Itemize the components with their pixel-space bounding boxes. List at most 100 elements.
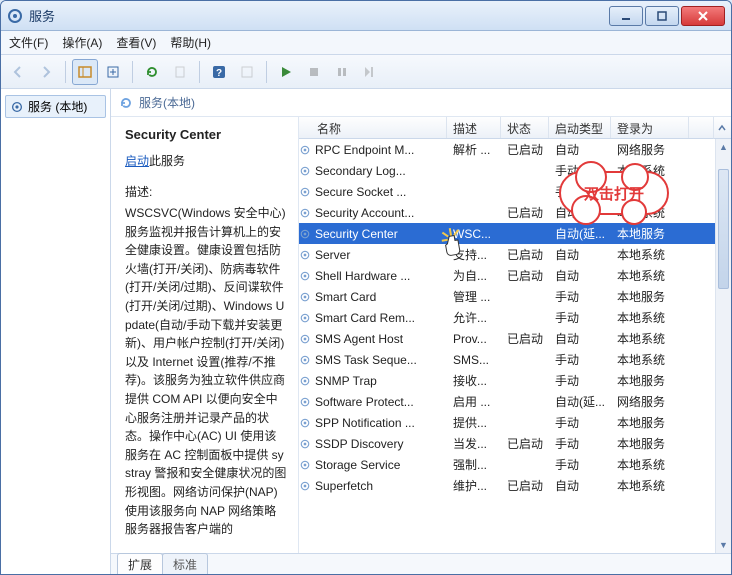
help-button[interactable]: ? (206, 59, 232, 85)
vertical-scrollbar[interactable]: ▲ ▼ (715, 139, 731, 553)
show-hide-tree-button[interactable] (72, 59, 98, 85)
service-name: Superfetch (315, 479, 373, 493)
gear-icon (299, 416, 311, 430)
services-list: 名称 描述 状态 启动类型 登录为 RPC Endpoint M...解析 ..… (299, 117, 731, 553)
service-row[interactable]: SNMP Trap接收...手动本地服务 (299, 370, 731, 391)
start-service-link[interactable]: 启动 (125, 154, 149, 168)
restart-service-button[interactable] (357, 59, 383, 85)
close-button[interactable] (681, 6, 725, 26)
menu-view[interactable]: 查看(V) (116, 34, 156, 51)
service-row[interactable]: Security Account...已启动自动本地系统 (299, 202, 731, 223)
service-start-type: 手动 (549, 288, 611, 305)
refresh-button[interactable] (139, 59, 165, 85)
service-logon: 本地服务 (611, 288, 689, 305)
maximize-button[interactable] (645, 6, 679, 26)
service-row[interactable]: Secure Socket ... 手动本地服务 (299, 181, 731, 202)
service-start-type: 手动 (549, 351, 611, 368)
service-name: Secondary Log... (315, 164, 406, 178)
description-text: WSCSVC(Windows 安全中心)服务监视并报告计算机上的安全健康设置。健… (125, 204, 288, 539)
service-row[interactable]: Security CenterWSC...自动(延...本地服务 (299, 223, 731, 244)
column-headers: 名称 描述 状态 启动类型 登录为 (299, 117, 731, 139)
service-start-type: 手动 (549, 309, 611, 326)
service-desc: 管理 ... (447, 288, 501, 305)
menu-help[interactable]: 帮助(H) (170, 34, 211, 51)
gear-icon (299, 479, 311, 493)
start-service-button[interactable] (273, 59, 299, 85)
service-logon: 本地系统 (611, 246, 689, 263)
service-desc: 接收... (447, 372, 501, 389)
col-name[interactable]: 名称 (311, 117, 447, 138)
service-start-type: 自动 (549, 246, 611, 263)
service-start-type: 自动 (549, 204, 611, 221)
menu-action[interactable]: 操作(A) (62, 34, 102, 51)
back-button[interactable] (5, 59, 31, 85)
scroll-thumb[interactable] (718, 169, 729, 289)
service-start-type: 手动 (549, 183, 611, 200)
service-row[interactable]: Software Protect...启用 ...自动(延...网络服务 (299, 391, 731, 412)
col-start[interactable]: 启动类型 (549, 117, 611, 138)
tab-extended[interactable]: 扩展 (117, 553, 163, 575)
service-name: Shell Hardware ... (315, 269, 410, 283)
titlebar[interactable]: 服务 (1, 1, 731, 31)
gear-icon (299, 143, 311, 157)
service-start-type: 手动 (549, 414, 611, 431)
service-logon: 本地系统 (611, 330, 689, 347)
gear-icon (299, 311, 311, 325)
service-start-type: 自动(延... (549, 225, 611, 242)
service-row[interactable]: Superfetch维护...已启动自动本地系统 (299, 475, 731, 496)
menu-file[interactable]: 文件(F) (9, 34, 48, 51)
minimize-button[interactable] (609, 6, 643, 26)
service-desc: Prov... (447, 332, 501, 346)
service-desc: 解析 ... (447, 141, 501, 158)
service-row[interactable]: SSDP Discovery当发...已启动手动本地服务 (299, 433, 731, 454)
service-row[interactable]: SMS Task Seque...SMS...手动本地系统 (299, 349, 731, 370)
service-logon: 本地服务 (611, 435, 689, 452)
service-row[interactable]: Secondary Log...手动本地系统 (299, 160, 731, 181)
service-logon: 本地系统 (611, 162, 689, 179)
service-name: Storage Service (315, 458, 400, 472)
scroll-arrow-up-icon[interactable]: ▲ (716, 139, 731, 155)
col-logon[interactable]: 登录为 (611, 117, 689, 138)
service-start-type: 自动 (549, 267, 611, 284)
scroll-up-chevron[interactable] (713, 117, 729, 139)
gear-icon (299, 164, 311, 178)
service-desc: 支持... (447, 246, 501, 263)
scroll-arrow-down-icon[interactable]: ▼ (716, 537, 731, 553)
pause-service-button[interactable] (329, 59, 355, 85)
stop-service-button[interactable] (301, 59, 327, 85)
service-logon: 本地服务 (611, 183, 689, 200)
col-status[interactable]: 状态 (501, 117, 549, 138)
service-desc: SMS... (447, 353, 501, 367)
service-name: Secure Socket ... (315, 185, 406, 199)
service-row[interactable]: RPC Endpoint M...解析 ...已启动自动网络服务 (299, 139, 731, 160)
tree-item-services-local[interactable]: 服务 (本地) (5, 95, 106, 118)
service-row[interactable]: SMS Agent HostProv...已启动自动本地系统 (299, 328, 731, 349)
properties-button[interactable] (234, 59, 260, 85)
window-frame: 服务 文件(F) 操作(A) 查看(V) 帮助(H) ? (0, 0, 732, 575)
gear-icon (299, 353, 311, 367)
service-row[interactable]: SPP Notification ...提供...手动本地服务 (299, 412, 731, 433)
service-row[interactable]: Smart Card Rem...允许...手动本地系统 (299, 307, 731, 328)
forward-button[interactable] (33, 59, 59, 85)
service-row[interactable]: Storage Service强制...手动本地系统 (299, 454, 731, 475)
gear-icon (299, 395, 311, 409)
service-name: Software Protect... (315, 395, 414, 409)
service-logon: 本地服务 (611, 372, 689, 389)
export-list-button[interactable] (100, 59, 126, 85)
service-row[interactable]: Server支持...已启动自动本地系统 (299, 244, 731, 265)
tab-standard[interactable]: 标准 (162, 553, 208, 575)
service-start-type: 手动 (549, 372, 611, 389)
export-button[interactable] (167, 59, 193, 85)
col-desc[interactable]: 描述 (447, 117, 501, 138)
panel-title: 服务(本地) (139, 94, 195, 111)
console-tree[interactable]: 服务 (本地) (1, 89, 111, 575)
service-logon: 本地服务 (611, 225, 689, 242)
gear-icon (299, 437, 311, 451)
service-status: 已启动 (501, 330, 549, 347)
service-row[interactable]: Shell Hardware ...为自...已启动自动本地系统 (299, 265, 731, 286)
detail-pane: Security Center 启动此服务 描述: WSCSVC(Windows… (111, 117, 299, 553)
service-row[interactable]: Smart Card管理 ...手动本地服务 (299, 286, 731, 307)
service-name: Server (315, 248, 350, 262)
service-start-type: 手动 (549, 435, 611, 452)
service-logon: 网络服务 (611, 393, 689, 410)
